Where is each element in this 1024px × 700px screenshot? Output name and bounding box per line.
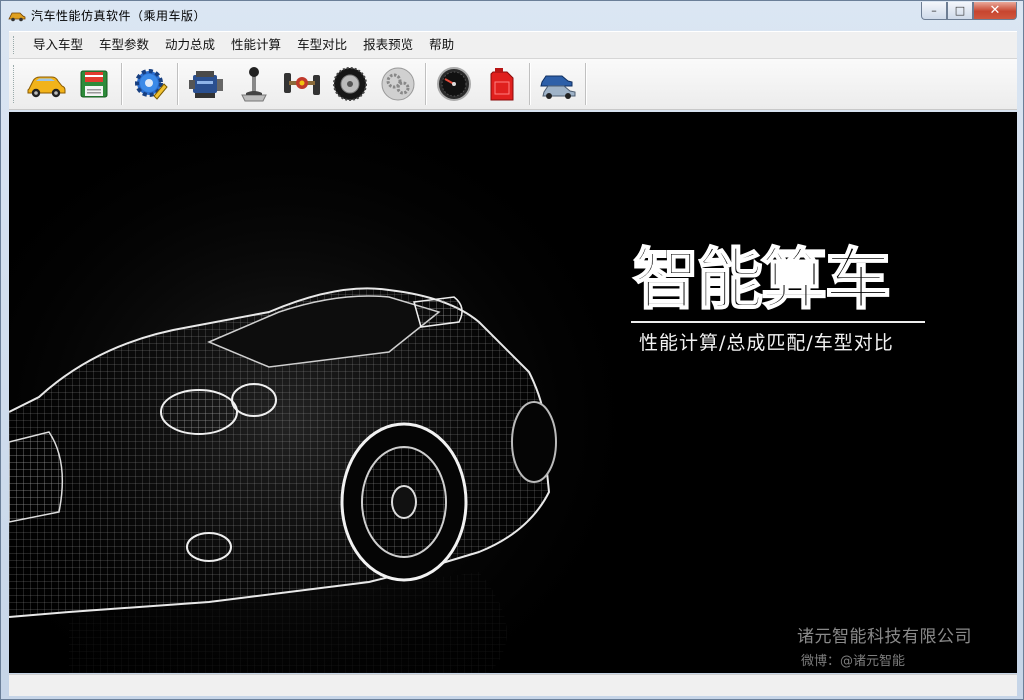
tire-button[interactable] bbox=[329, 62, 371, 106]
close-button[interactable]: ✕ bbox=[973, 2, 1017, 20]
menu-bar: 导入车型 车型参数 动力总成 性能计算 车型对比 报表预览 帮助 bbox=[9, 31, 1017, 59]
speedometer-icon bbox=[437, 67, 471, 101]
toolbar-separator bbox=[121, 63, 123, 105]
settings-gear-icon bbox=[135, 69, 168, 100]
maximize-icon: □ bbox=[954, 4, 966, 17]
toolbar-separator bbox=[585, 63, 587, 105]
toolbar-separator bbox=[177, 63, 179, 105]
save-icon bbox=[80, 70, 108, 98]
company-name: 诸元智能科技有限公司 bbox=[797, 627, 972, 647]
toolbar-grip-handle[interactable] bbox=[13, 65, 17, 103]
toolbar bbox=[9, 59, 1017, 110]
fuel-button[interactable] bbox=[481, 62, 523, 106]
compare-button[interactable] bbox=[537, 62, 579, 106]
menu-powertrain[interactable]: 动力总成 bbox=[157, 34, 223, 56]
performance-button[interactable] bbox=[433, 62, 475, 106]
menu-model-compare[interactable]: 车型对比 bbox=[289, 34, 355, 56]
drivetrain-button[interactable] bbox=[281, 62, 323, 106]
menu-report-preview[interactable]: 报表预览 bbox=[355, 34, 421, 56]
drivetrain-icon bbox=[284, 73, 320, 95]
fuel-can-icon bbox=[490, 68, 514, 101]
splash-area: 智能算车 性能计算/总成匹配/车型对比 诸元智能科技有限公司 微博：@诸元智能 bbox=[9, 112, 1017, 673]
settings-button[interactable] bbox=[129, 62, 171, 106]
app-car-icon bbox=[8, 12, 26, 22]
engine-icon bbox=[189, 71, 223, 98]
window-controls: – □ ✕ bbox=[921, 2, 1017, 20]
menu-import-model[interactable]: 导入车型 bbox=[25, 34, 91, 56]
close-icon: ✕ bbox=[989, 3, 1001, 18]
car-compare-icon bbox=[540, 75, 576, 99]
import-car-button[interactable] bbox=[25, 62, 67, 106]
maximize-button[interactable]: □ bbox=[947, 2, 973, 20]
transmission-button[interactable] bbox=[233, 62, 275, 106]
app-window: 汽车性能仿真软件（乘用车版） – □ ✕ 导入车型 车型参数 动力总成 性能计算… bbox=[0, 0, 1024, 700]
car-icon bbox=[27, 76, 66, 98]
menu-help[interactable]: 帮助 bbox=[421, 34, 462, 56]
logo-title: 智能算车 bbox=[632, 241, 892, 319]
menu-performance-calc[interactable]: 性能计算 bbox=[223, 34, 289, 56]
toolbar-separator bbox=[425, 63, 427, 105]
gears-icon bbox=[381, 67, 415, 101]
minimize-button[interactable]: – bbox=[921, 2, 947, 20]
weibo-handle: 微博：@诸元智能 bbox=[801, 654, 906, 669]
minimize-icon: – bbox=[931, 4, 937, 17]
save-button[interactable] bbox=[73, 62, 115, 106]
tire-icon bbox=[333, 67, 367, 101]
title-bar[interactable]: 汽车性能仿真软件（乘用车版） – □ ✕ bbox=[1, 1, 1023, 29]
status-bar bbox=[9, 674, 1017, 696]
engine-button[interactable] bbox=[185, 62, 227, 106]
logo-subtitle: 性能计算/总成匹配/车型对比 bbox=[639, 332, 894, 354]
window-title: 汽车性能仿真软件（乘用车版） bbox=[31, 8, 207, 23]
gears-button[interactable] bbox=[377, 62, 419, 106]
gear-shifter-icon bbox=[241, 67, 267, 102]
logo-underline bbox=[631, 321, 925, 323]
toolbar-separator bbox=[529, 63, 531, 105]
wireframe-car-image bbox=[9, 112, 629, 673]
menu-model-params[interactable]: 车型参数 bbox=[91, 34, 157, 56]
menu-grip-handle[interactable] bbox=[13, 36, 17, 54]
